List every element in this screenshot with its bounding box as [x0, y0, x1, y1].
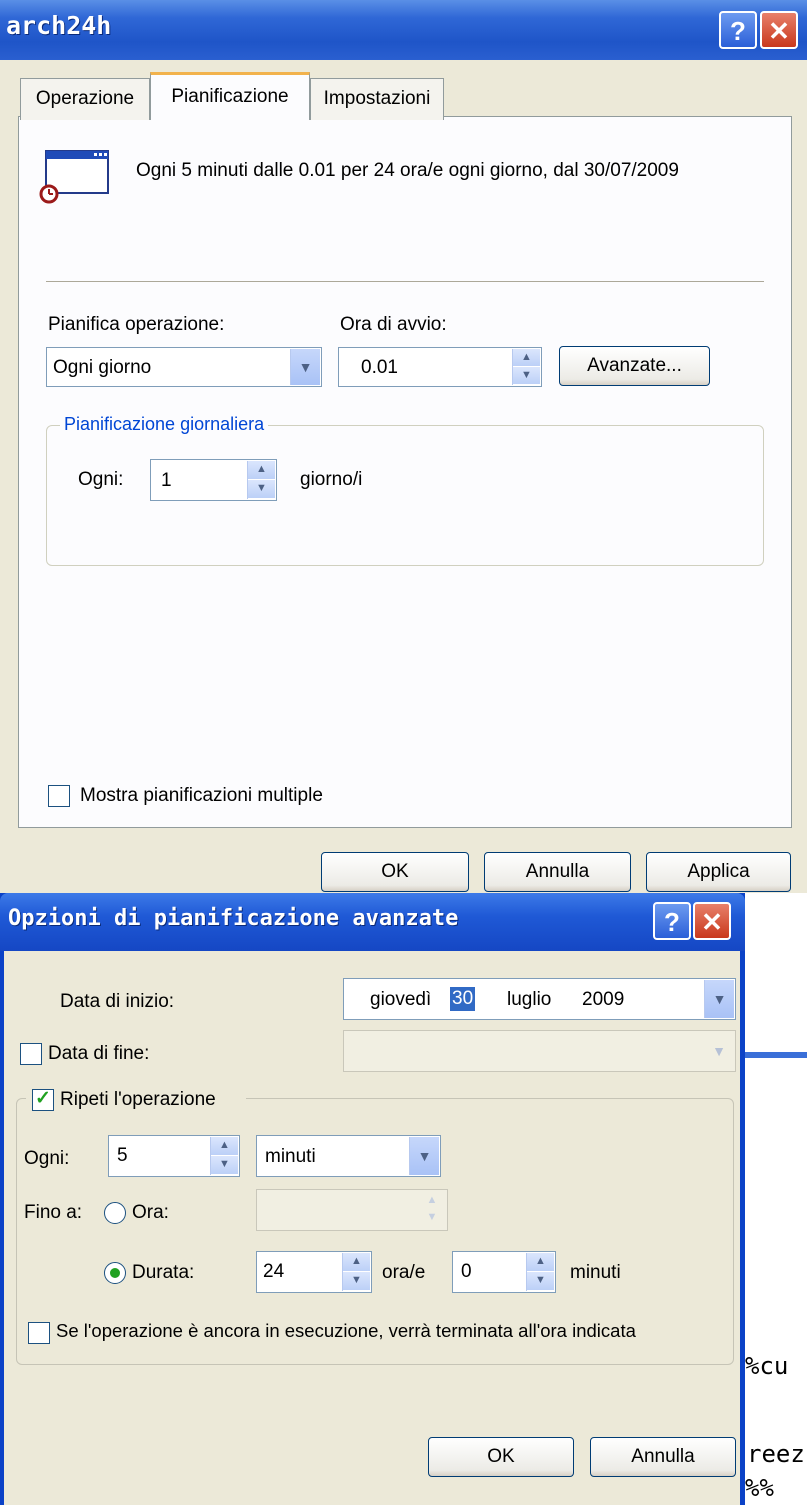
hours-unit: ora/e: [382, 1262, 426, 1283]
schedule-label: Pianifica operazione:: [48, 314, 225, 335]
background-window: [745, 1052, 807, 1505]
spin-icon[interactable]: ▲ ▼: [210, 1137, 238, 1175]
start-time-label: Ora di avvio:: [340, 314, 447, 335]
start-date-weekday: giovedì: [370, 989, 432, 1010]
repeat-unit-value: minuti: [265, 1146, 316, 1167]
background-window-bar: [745, 1052, 807, 1058]
multiple-schedules-label: Mostra pianificazioni multiple: [80, 785, 323, 806]
advanced-help-button[interactable]: ?: [653, 902, 691, 940]
advanced-cancel-button[interactable]: Annulla: [590, 1437, 736, 1477]
start-date-year[interactable]: 2009: [582, 989, 624, 1011]
repeat-every-label: Ogni:: [24, 1148, 70, 1169]
scheduled-task-icon: [38, 150, 110, 204]
help-icon: ?: [664, 907, 680, 937]
dropdown-arrow-icon[interactable]: ▼: [290, 349, 320, 385]
tab-pianificazione[interactable]: Pianificazione: [150, 72, 310, 120]
spin-icon[interactable]: ▲ ▼: [512, 349, 540, 385]
close-icon: ✕: [701, 907, 723, 937]
end-date-picker[interactable]: ▼: [343, 1030, 736, 1072]
ok-button[interactable]: OK: [321, 852, 469, 892]
duration-radio-label: Durata:: [132, 1262, 195, 1283]
start-date-month[interactable]: luglio: [507, 989, 551, 1011]
duration-hours-value: 24: [263, 1261, 285, 1282]
checkmark-icon: ✓: [35, 1088, 51, 1109]
start-time-input[interactable]: 0.01 ▲ ▼: [338, 347, 542, 387]
every-days-value: 1: [161, 470, 172, 491]
start-date-picker[interactable]: giovedì 30 luglio 2009 ▼: [343, 978, 736, 1020]
duration-radio[interactable]: [104, 1262, 126, 1284]
separator: [46, 281, 764, 282]
dropdown-arrow-icon[interactable]: ▼: [704, 980, 734, 1018]
spin-icon[interactable]: ▲ ▼: [247, 461, 275, 499]
tab-operazione[interactable]: Operazione: [20, 78, 150, 120]
main-dialog-title: arch24h: [6, 11, 112, 40]
close-icon: ✕: [768, 16, 790, 46]
end-date-checkbox[interactable]: [20, 1043, 42, 1065]
dropdown-arrow-icon: ▼: [712, 1043, 726, 1059]
background-text-2: reez: [747, 1440, 805, 1468]
advanced-dialog-title: Opzioni di pianificazione avanzate: [8, 906, 459, 931]
end-date-label: Data di fine:: [48, 1043, 150, 1064]
repeat-every-value: 5: [117, 1145, 128, 1166]
start-time-value: 0.01: [361, 357, 398, 378]
dropdown-arrow-icon[interactable]: ▼: [409, 1137, 439, 1175]
apply-button[interactable]: Applica: [646, 852, 791, 892]
schedule-dropdown[interactable]: Ogni giorno ▼: [46, 347, 322, 387]
close-button[interactable]: ✕: [760, 11, 798, 49]
repeat-every-input[interactable]: 5 ▲ ▼: [108, 1135, 240, 1177]
every-days-label: Ogni:: [78, 469, 124, 490]
advanced-ok-button[interactable]: OK: [428, 1437, 574, 1477]
spin-icon: ▲ ▼: [426, 1194, 438, 1223]
cancel-button[interactable]: Annulla: [484, 852, 631, 892]
advanced-close-button[interactable]: ✕: [693, 902, 731, 940]
main-title-bar[interactable]: [0, 0, 807, 60]
start-date-day[interactable]: 30: [450, 987, 476, 1011]
duration-minutes-value: 0: [461, 1261, 472, 1282]
repeat-unit-dropdown[interactable]: minuti ▼: [256, 1135, 441, 1177]
time-radio-label: Ora:: [132, 1202, 169, 1223]
multiple-schedules-checkbox[interactable]: [48, 785, 70, 807]
background-text-3: %%: [745, 1474, 774, 1502]
duration-hours-input[interactable]: 24 ▲ ▼: [256, 1251, 372, 1293]
schedule-dropdown-value: Ogni giorno: [53, 357, 152, 378]
until-label: Fino a:: [24, 1202, 83, 1223]
time-radio[interactable]: [104, 1202, 126, 1224]
spin-icon[interactable]: ▲ ▼: [526, 1253, 554, 1291]
help-button[interactable]: ?: [719, 11, 757, 49]
advanced-button[interactable]: Avanzate...: [559, 346, 710, 386]
repeat-label: Ripeti l'operazione: [60, 1089, 216, 1110]
schedule-summary: Ogni 5 minuti dalle 0.01 per 24 ora/e og…: [136, 160, 679, 181]
tab-impostazioni[interactable]: Impostazioni: [310, 78, 444, 120]
spin-icon[interactable]: ▲ ▼: [342, 1253, 370, 1291]
every-days-unit: giorno/i: [300, 469, 363, 490]
repeat-checkbox[interactable]: ✓: [32, 1088, 54, 1111]
every-days-input[interactable]: 1 ▲ ▼: [150, 459, 277, 501]
terminate-label: Se l'operazione è ancora in esecuzione, …: [56, 1320, 636, 1341]
help-icon: ?: [730, 16, 746, 46]
background-text-1: %cu: [745, 1352, 789, 1380]
duration-minutes-input[interactable]: 0 ▲ ▼: [452, 1251, 556, 1293]
daily-schedule-group-label: Pianificazione giornaliera: [60, 414, 269, 435]
terminate-checkbox[interactable]: [28, 1322, 50, 1344]
start-date-label: Data di inizio:: [60, 991, 175, 1012]
minutes-unit: minuti: [570, 1262, 621, 1283]
until-time-input[interactable]: ▲ ▼: [256, 1189, 448, 1231]
